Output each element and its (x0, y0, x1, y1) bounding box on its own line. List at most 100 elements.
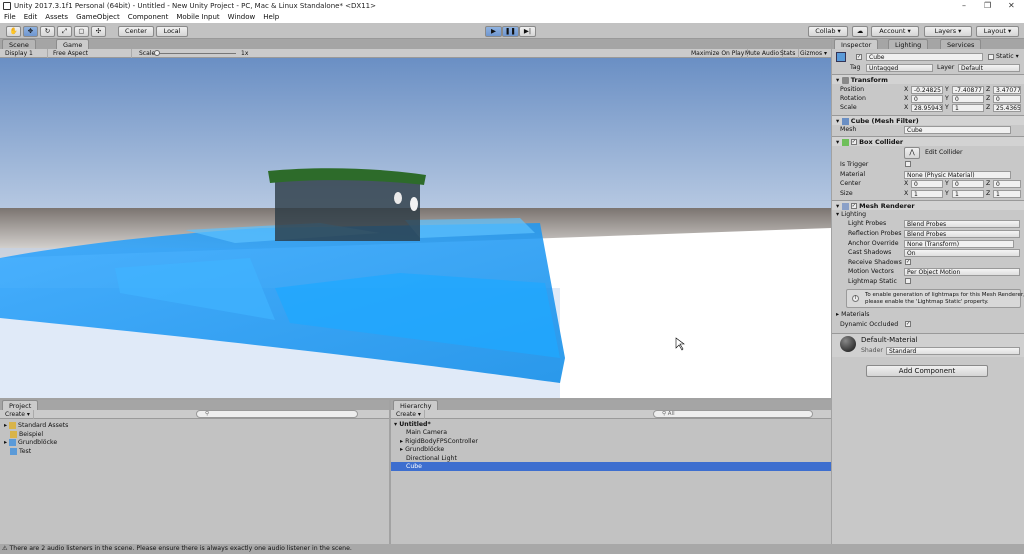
gizmos-dropdown[interactable]: Gizmos ▾ (797, 49, 830, 58)
menu-help[interactable]: Help (259, 12, 283, 23)
scale-slider[interactable] (156, 53, 236, 54)
size-y-field[interactable]: 1 (952, 190, 984, 198)
minimize-button[interactable]: – (962, 0, 966, 12)
tab-lighting[interactable]: Lighting (888, 39, 929, 49)
scale-slider-handle[interactable] (154, 50, 160, 56)
menu-window[interactable]: Window (224, 12, 260, 23)
layer-dropdown[interactable]: Default (958, 64, 1020, 72)
menu-gameobject[interactable]: GameObject (72, 12, 124, 23)
gameobject-cube-icon (836, 52, 846, 62)
center-x-field[interactable]: 0 (911, 180, 943, 188)
center-y-field[interactable]: 0 (952, 180, 984, 188)
mesh-field[interactable]: Cube (904, 126, 1011, 134)
stats-toggle[interactable]: Stats (777, 49, 800, 58)
play-icon[interactable]: ▶ (485, 26, 502, 37)
static-dropdown[interactable]: Static ▾ (996, 52, 1019, 61)
transform-tool-icon[interactable]: ✣ (91, 26, 106, 37)
receive-shadows-checkbox[interactable]: ✓ (905, 259, 911, 265)
step-icon[interactable]: ▶| (519, 26, 536, 37)
game-viewport[interactable] (0, 58, 831, 398)
anchor-override-field[interactable]: None (Transform) (904, 240, 1014, 248)
lighting-foldout[interactable]: ▾ Lighting (836, 210, 866, 219)
hand-tool-icon[interactable]: ✋ (6, 26, 21, 37)
collider-material-field[interactable]: None (Physic Material) (904, 171, 1011, 179)
transform-icon (841, 76, 849, 84)
pivot-toggle-button[interactable]: Center (118, 26, 154, 37)
tab-services[interactable]: Services (940, 39, 982, 49)
mesh-renderer-header[interactable]: ▾ ✓ Mesh Renderer (832, 200, 1024, 210)
position-z-field[interactable]: 3.470776 (993, 86, 1021, 94)
light-probes-dropdown[interactable]: Blend Probes (904, 220, 1020, 228)
mesh-renderer-enabled-checkbox[interactable]: ✓ (850, 203, 857, 209)
hierarchy-create-dropdown[interactable]: Create ▾ (393, 410, 425, 419)
menu-component[interactable]: Component (124, 12, 173, 23)
status-bar[interactable]: ⚠ There are 2 audio listeners in the sce… (0, 544, 1024, 554)
active-checkbox[interactable]: ✓ (856, 54, 862, 60)
edit-collider-icon[interactable]: ⋀ (904, 147, 920, 159)
menu-edit[interactable]: Edit (20, 12, 42, 23)
table-row-selected[interactable]: Cube (406, 462, 422, 471)
move-tool-icon[interactable]: ✥ (23, 26, 38, 37)
box-collider-enabled-checkbox[interactable]: ✓ (850, 139, 857, 145)
pause-icon[interactable]: ❚❚ (502, 26, 519, 37)
table-row[interactable]: Main Camera (406, 428, 447, 437)
position-y-field[interactable]: -7.40877 (952, 86, 984, 94)
menu-mobile-input[interactable]: Mobile Input (172, 12, 223, 23)
menu-assets[interactable]: Assets (41, 12, 72, 23)
layers-button[interactable]: Layers ▾ (924, 26, 972, 37)
y-axis-label: Y (945, 95, 949, 102)
rotate-tool-icon[interactable]: ↻ (40, 26, 55, 37)
rect-tool-icon[interactable]: ▢ (74, 26, 89, 37)
scale-x-field[interactable]: 28.95943 (911, 104, 943, 112)
box-collider-header[interactable]: ▾ ✓ Box Collider (832, 136, 1024, 146)
maximize-button[interactable]: ❐ (984, 0, 991, 12)
cast-shadows-dropdown[interactable]: On (904, 249, 1020, 257)
object-name-field[interactable]: Cube (866, 53, 983, 61)
list-item[interactable]: ▸ Standard Assets (4, 421, 68, 430)
tab-game[interactable]: Game (56, 39, 90, 49)
project-create-dropdown[interactable]: Create ▾ (2, 410, 34, 419)
transform-header[interactable]: ▾ Transform (832, 74, 1024, 84)
tab-inspector[interactable]: Inspector (834, 39, 879, 49)
aspect-dropdown[interactable]: Free Aspect (50, 49, 132, 58)
dynamic-occluded-checkbox[interactable]: ✓ (905, 321, 911, 327)
motion-vectors-dropdown[interactable]: Per Object Motion (904, 268, 1020, 276)
tab-scene[interactable]: Scene (2, 39, 36, 49)
rotation-y-field[interactable]: 0 (952, 95, 984, 103)
add-component-button[interactable]: Add Component (866, 365, 988, 377)
is-trigger-checkbox[interactable] (905, 161, 911, 167)
y-axis-label: Y (945, 190, 949, 197)
menu-file[interactable]: File (0, 12, 20, 23)
materials-foldout[interactable]: ▸ Materials (836, 310, 869, 319)
lightmap-static-checkbox[interactable] (905, 278, 911, 284)
shader-dropdown[interactable]: Standard (886, 347, 1020, 355)
project-search-input[interactable]: ⚲ (196, 410, 358, 418)
space-toggle-button[interactable]: Local (156, 26, 188, 37)
tab-hierarchy[interactable]: Hierarchy (393, 400, 439, 410)
center-z-field[interactable]: 0 (993, 180, 1021, 188)
scale-y-field[interactable]: 1 (952, 104, 984, 112)
scale-z-field[interactable]: 25.4365 (993, 104, 1021, 112)
layout-button[interactable]: Layout ▾ (976, 26, 1019, 37)
tag-dropdown[interactable]: Untagged (866, 64, 933, 72)
rotation-z-field[interactable]: 0 (993, 95, 1021, 103)
list-item[interactable]: Test (10, 447, 31, 456)
mesh-filter-header[interactable]: ▾ Cube (Mesh Filter) (832, 115, 1024, 125)
hierarchy-search-input[interactable]: ⚲ All (653, 410, 813, 418)
list-item[interactable]: ▸ Grundblöcke (4, 438, 57, 447)
display-dropdown[interactable]: Display 1 (2, 49, 48, 58)
tab-project[interactable]: Project (2, 400, 39, 410)
table-row[interactable]: ▸ Grundblöcke (400, 445, 444, 454)
close-button[interactable]: ✕ (1008, 0, 1015, 12)
account-button[interactable]: Account ▾ (871, 26, 919, 37)
reflection-probes-dropdown[interactable]: Blend Probes (904, 230, 1020, 238)
position-x-field[interactable]: -0.24825 (911, 86, 943, 94)
rotation-x-field[interactable]: 0 (911, 95, 943, 103)
size-x-field[interactable]: 1 (911, 190, 943, 198)
maximize-on-play-toggle[interactable]: Maximize On Play (688, 49, 749, 58)
static-checkbox[interactable] (988, 54, 994, 60)
size-z-field[interactable]: 1 (993, 190, 1021, 198)
collab-button[interactable]: Collab ▾ (808, 26, 848, 37)
cloud-icon[interactable]: ☁ (852, 26, 868, 37)
scale-tool-icon[interactable]: ⤢ (57, 26, 72, 37)
